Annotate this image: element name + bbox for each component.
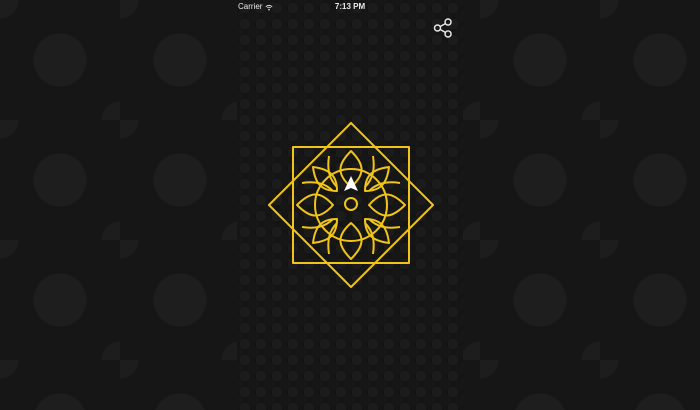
share-icon xyxy=(433,18,452,38)
qibla-compass[interactable] xyxy=(267,121,435,289)
status-time: 7:13 PM xyxy=(334,2,366,11)
compass-emblem xyxy=(267,121,435,289)
share-button[interactable] xyxy=(431,16,455,40)
status-bar: Carrier 7:13 PM xyxy=(237,0,463,13)
